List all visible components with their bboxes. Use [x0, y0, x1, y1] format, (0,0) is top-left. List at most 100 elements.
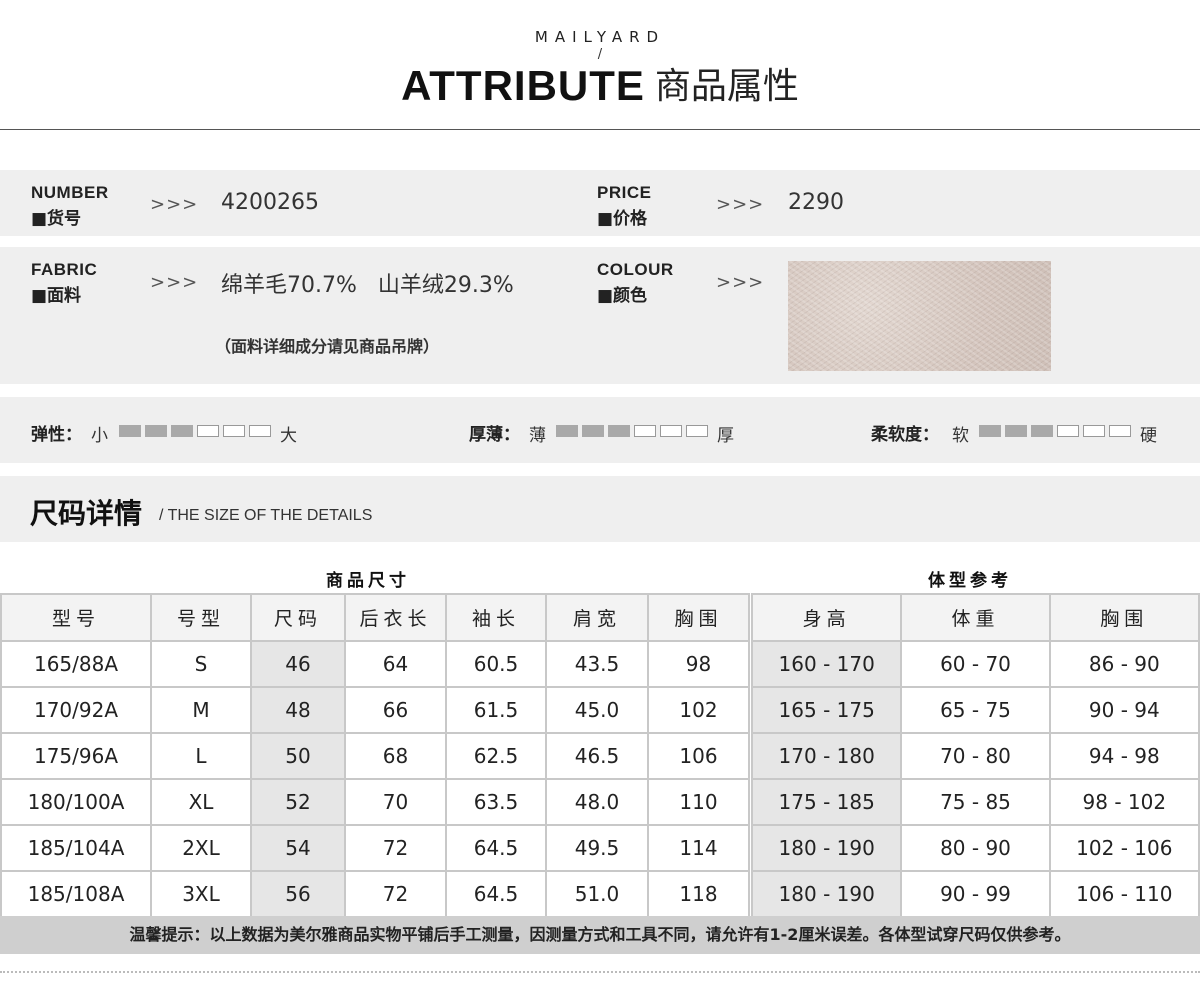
column-header: 尺码: [250, 593, 346, 642]
table-cell: 106: [647, 732, 750, 780]
table-row: 160 - 170 60 - 70 86 - 90: [750, 640, 1200, 688]
measurement-tip: 温馨提示：以上数据为美尔雅商品实物平铺后手工测量，因测量方式和工具不同，请允许有…: [0, 916, 1200, 954]
fabric-label-cn: ■面料: [31, 286, 82, 306]
scale-box-filled: [556, 425, 578, 437]
scale-label: 柔软度：: [871, 425, 939, 445]
size-section-title: 尺码详情: [30, 497, 143, 530]
price-label-cn: ■价格: [597, 209, 648, 229]
table-cell: 60 - 70: [900, 640, 1051, 688]
table-cell: XL: [150, 778, 252, 826]
scale-level-boxes: [119, 425, 271, 437]
table-cell: 102: [647, 686, 750, 734]
colour-label-cn: ■颜色: [597, 286, 648, 306]
table-cell: 48.0: [545, 778, 649, 826]
table-cell: 52: [250, 778, 346, 826]
table-row: 185/104A 2XL 54 72 64.5 49.5 114: [0, 824, 750, 872]
table-cell: 48: [250, 686, 346, 734]
scale-box-filled: [1005, 425, 1027, 437]
colour-arrows: >>>: [716, 272, 765, 293]
scale-box-filled: [979, 425, 1001, 437]
column-header: 号型: [150, 593, 252, 642]
table-row: 175 - 185 75 - 85 98 - 102: [750, 778, 1200, 826]
fabric-note: （面料详细成分请见商品吊牌）: [215, 337, 440, 356]
table-cell: 65 - 75: [900, 686, 1051, 734]
table-cell: 110: [647, 778, 750, 826]
scale-label: 弹性：: [31, 425, 82, 445]
table-cell: 61.5: [445, 686, 547, 734]
price-value: 2290: [788, 190, 844, 215]
scale-high-label: 硬: [1140, 426, 1157, 446]
table-cell: 170 - 180: [750, 732, 903, 780]
table-cell: 114: [647, 824, 750, 872]
table-cell: 106 - 110: [1048, 870, 1200, 918]
table-cell: 118: [647, 870, 750, 918]
scale-high-label: 大: [280, 426, 297, 446]
title-english: ATTRIBUTE: [401, 62, 645, 109]
table-cell: 180 - 190: [750, 824, 903, 872]
colour-label-en: COLOUR: [597, 260, 674, 279]
size-section-subtitle: / THE SIZE OF THE DETAILS: [159, 507, 373, 524]
brand-slash: /: [597, 47, 603, 62]
page-title: ATTRIBUTE 商品属性: [0, 62, 1200, 110]
column-header: 后衣长: [344, 593, 447, 642]
brand-name: MAILYARD: [534, 28, 666, 46]
scale-box-empty: [249, 425, 271, 437]
table-cell: 98 - 102: [1048, 778, 1200, 826]
table-cell: M: [150, 686, 252, 734]
scale-box-empty: [223, 425, 245, 437]
table-cell: 50: [250, 732, 346, 780]
table-cell: 72: [344, 870, 447, 918]
table-cell: 70: [344, 778, 447, 826]
table-cell: 60.5: [445, 640, 547, 688]
table-cell: 63.5: [445, 778, 547, 826]
table-row: 170 - 180 70 - 80 94 - 98: [750, 732, 1200, 780]
number-label-en: NUMBER: [31, 183, 109, 202]
table-row: 180 - 190 90 - 99 106 - 110: [750, 870, 1200, 918]
scale-low-label: 软: [952, 426, 969, 446]
scale-box-empty: [660, 425, 682, 437]
column-header: 型号: [0, 593, 152, 642]
table-row: 185/108A 3XL 56 72 64.5 51.0 118: [0, 870, 750, 918]
column-header: 胸围: [647, 593, 750, 642]
table-row: 170/92A M 48 66 61.5 45.0 102: [0, 686, 750, 734]
table-cell: 165 - 175: [750, 686, 903, 734]
header-divider: [0, 129, 1200, 130]
scale-box-filled: [171, 425, 193, 437]
scale-box-empty: [1083, 425, 1105, 437]
table-cell: 180 - 190: [750, 870, 903, 918]
table-cell: S: [150, 640, 252, 688]
fabric-value: 绵羊毛70.7% 山羊绒29.3%: [221, 273, 514, 298]
column-header: 体重: [900, 593, 1051, 642]
body-reference-table: 身高 体重 胸围 160 - 170 60 - 70 86 - 90 165 - 175 6…: [750, 593, 1200, 918]
table-row: 175/96A L 50 68 62.5 46.5 106: [0, 732, 750, 780]
table-cell: 175 - 185: [750, 778, 903, 826]
table-cell: 46: [250, 640, 346, 688]
table-cell: 102 - 106: [1048, 824, 1200, 872]
table-cell: 175/96A: [0, 732, 152, 780]
table-cell: 160 - 170: [750, 640, 903, 688]
number-label-cn: ■货号: [31, 209, 82, 229]
title-chinese: 商品属性: [654, 66, 799, 107]
scale-low-label: 小: [91, 426, 108, 446]
table-cell: 98: [647, 640, 750, 688]
table-cell: 86 - 90: [1048, 640, 1200, 688]
table-row: 165/88A S 46 64 60.5 43.5 98: [0, 640, 750, 688]
scale-box-filled: [582, 425, 604, 437]
body-table-caption: 体型参考: [928, 571, 1012, 591]
colour-swatch: [788, 261, 1051, 371]
table-cell: 170/92A: [0, 686, 152, 734]
table-cell: 45.0: [545, 686, 649, 734]
table-cell: 72: [344, 824, 447, 872]
number-arrows: >>>: [150, 194, 199, 215]
table-row: 180 - 190 80 - 90 102 - 106: [750, 824, 1200, 872]
dotted-divider: [0, 971, 1200, 973]
table-cell: 68: [344, 732, 447, 780]
table-cell: 90 - 94: [1048, 686, 1200, 734]
table-cell: 180/100A: [0, 778, 152, 826]
scale-high-label: 厚: [717, 426, 734, 446]
scale-box-filled: [119, 425, 141, 437]
table-row: 180/100A XL 52 70 63.5 48.0 110: [0, 778, 750, 826]
column-header: 肩宽: [545, 593, 649, 642]
product-table-caption: 商品尺寸: [326, 571, 410, 591]
table-cell: 46.5: [545, 732, 649, 780]
